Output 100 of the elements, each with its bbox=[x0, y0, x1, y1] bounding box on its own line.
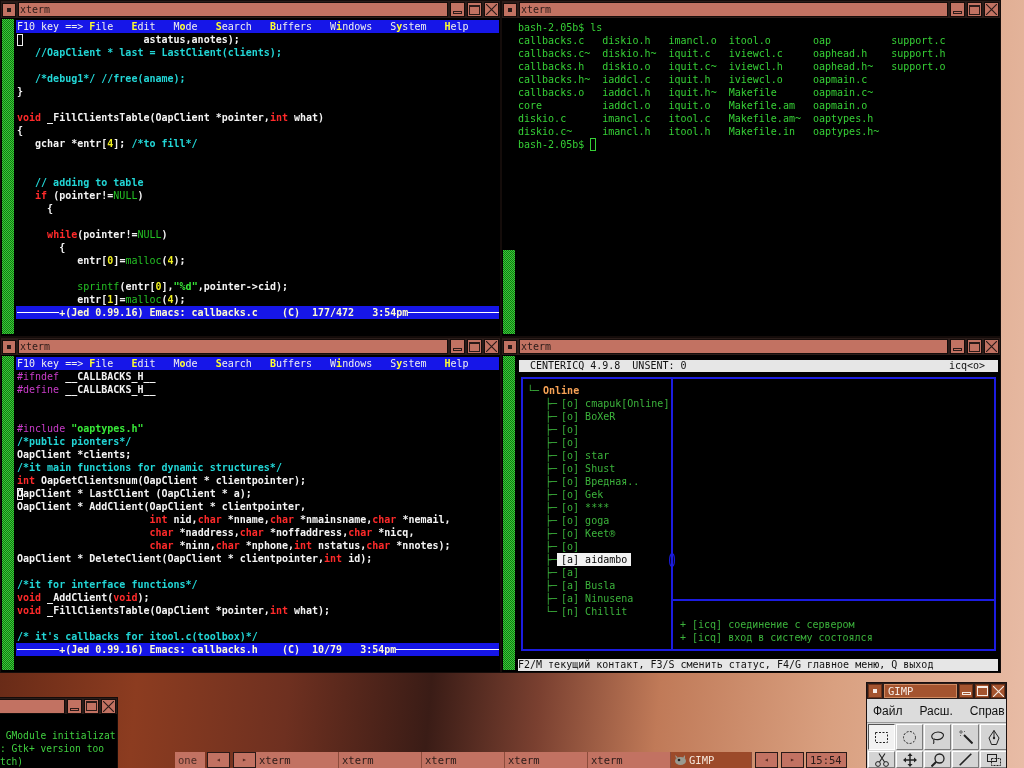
minimize-button[interactable] bbox=[450, 2, 465, 17]
menu-item[interactable]: Search bbox=[215, 357, 252, 370]
contact-item[interactable]: [a] aidambo bbox=[557, 553, 632, 566]
code-line: int OapGetClientsnum(OapClient * clientpointer); bbox=[17, 474, 306, 487]
minimize-button[interactable] bbox=[959, 684, 973, 698]
contact-item[interactable]: [o] BoXeR bbox=[561, 410, 616, 423]
code-line: OapClient *clients; bbox=[17, 448, 132, 461]
menu-item[interactable]: Edit bbox=[131, 357, 156, 370]
contact-item[interactable]: [o] bbox=[561, 436, 580, 449]
menu-prompt: F10 key ==> bbox=[17, 20, 84, 33]
contact-item[interactable]: [o] cmapuk[Online] bbox=[561, 397, 670, 410]
taskbar-button[interactable]: xterm bbox=[422, 752, 505, 768]
window-menu-button[interactable] bbox=[2, 2, 16, 17]
dashed-circle-icon bbox=[903, 730, 916, 744]
maximize-button[interactable] bbox=[967, 339, 982, 354]
tool-button[interactable] bbox=[868, 724, 895, 750]
close-button[interactable] bbox=[991, 684, 1005, 698]
tree-branch: ├─ bbox=[545, 553, 558, 566]
file-name: iviewcl.h bbox=[728, 60, 783, 73]
maximize-button[interactable] bbox=[467, 2, 482, 17]
file-name: oaptypes.h~ bbox=[813, 125, 880, 138]
scrollbar-thumb[interactable] bbox=[2, 19, 14, 334]
file-name: diskio.h bbox=[602, 34, 651, 47]
contact-item[interactable]: [o] bbox=[561, 423, 580, 436]
maximize-button[interactable] bbox=[467, 339, 482, 354]
window-menu-button[interactable] bbox=[503, 339, 517, 354]
tree-branch: ├─ bbox=[545, 527, 558, 540]
menu-item[interactable]: Buffers bbox=[269, 357, 313, 370]
contact-item[interactable]: [o] Gek bbox=[561, 488, 604, 501]
minimize-button[interactable] bbox=[450, 339, 465, 354]
menu-item[interactable]: Search bbox=[215, 20, 252, 33]
close-icon bbox=[486, 4, 497, 15]
taskbar-button[interactable]: xterm bbox=[256, 752, 339, 768]
window-menu-button[interactable] bbox=[503, 2, 517, 17]
maximize-button[interactable] bbox=[975, 684, 989, 698]
tree-branch: ├─ bbox=[545, 592, 558, 605]
contact-item[interactable]: [o] goga bbox=[561, 514, 610, 527]
menu-item[interactable]: Mode bbox=[173, 20, 198, 33]
scrollbar-thumb[interactable] bbox=[503, 356, 515, 670]
group-label[interactable]: Online bbox=[543, 384, 580, 397]
contact-item[interactable]: [a] Busla bbox=[561, 579, 616, 592]
minimize-button[interactable] bbox=[67, 698, 82, 714]
file-name: iquit.h~ bbox=[668, 86, 717, 99]
close-button[interactable] bbox=[484, 339, 499, 354]
code-line: //OapClient * last = LastClient(clients); bbox=[35, 46, 282, 59]
menu-item[interactable]: Edit bbox=[131, 20, 156, 33]
menu-item[interactable]: Help bbox=[444, 357, 469, 370]
file-name: callbacks.o bbox=[518, 86, 585, 99]
contact-item[interactable]: [o] Вредная.. bbox=[561, 475, 640, 488]
menu-item[interactable]: Файл bbox=[873, 703, 903, 718]
close-button[interactable] bbox=[984, 2, 999, 17]
contact-item[interactable]: [o] star bbox=[561, 449, 610, 462]
app-title: CENTERICQ 4.9.8 bbox=[530, 360, 621, 372]
taskbar-button[interactable]: xterm bbox=[588, 752, 671, 768]
file-name: core bbox=[518, 99, 543, 112]
maximize-button[interactable] bbox=[967, 2, 982, 17]
close-button[interactable] bbox=[101, 698, 116, 714]
contact-item[interactable]: [a] bbox=[561, 566, 580, 579]
contact-item[interactable]: [a] Ninusena bbox=[561, 592, 634, 605]
menu-item[interactable]: Расш. bbox=[919, 703, 953, 718]
tree-branch: └─ bbox=[527, 384, 540, 397]
file-name: iaddcl.o bbox=[602, 99, 651, 112]
contact-item[interactable]: [o] bbox=[561, 540, 580, 553]
key-hints: F2/M текущий контакт, F3/S сменить статус, F4/G главное меню, Q выход bbox=[518, 659, 998, 671]
file-name: diskio.c bbox=[518, 112, 567, 125]
code-line: void _AddClient(void); bbox=[17, 591, 150, 604]
contact-item[interactable]: [o] Shust bbox=[561, 462, 616, 475]
file-name: itool.o bbox=[728, 34, 771, 47]
pager-desk-button[interactable]: one bbox=[175, 752, 205, 768]
menu-item[interactable]: System bbox=[390, 357, 427, 370]
contact-item[interactable]: [o] Keet® bbox=[561, 527, 616, 540]
menu-item[interactable]: Справ bbox=[969, 703, 1005, 718]
code-line: OapClient * DeleteClient(OapClient * clientpointer,int id); bbox=[17, 552, 373, 565]
close-button[interactable] bbox=[984, 339, 999, 354]
code-line: /*debug1*/ //free(aname); bbox=[35, 72, 186, 85]
maximize-button[interactable] bbox=[84, 698, 99, 714]
menu-item[interactable]: System bbox=[390, 20, 427, 33]
menu-item[interactable]: Mode bbox=[173, 357, 198, 370]
scrollbar-thumb[interactable] bbox=[2, 356, 14, 670]
menu-item[interactable]: Buffers bbox=[269, 20, 313, 33]
taskbar-button[interactable]: xterm bbox=[505, 752, 588, 768]
code-line: #ifndef __CALLBACKS_H__ bbox=[17, 370, 156, 383]
code-line: if (pointer!=NULL) bbox=[35, 189, 144, 202]
file-name: itool.c bbox=[668, 112, 711, 125]
menu-item[interactable]: Windows bbox=[330, 20, 373, 33]
minimize-button[interactable] bbox=[950, 2, 965, 17]
menu-item[interactable]: File bbox=[89, 357, 114, 370]
contact-item[interactable]: [n] Chillit bbox=[561, 605, 628, 618]
close-button[interactable] bbox=[484, 2, 499, 17]
minimize-button[interactable] bbox=[950, 339, 965, 354]
scrollbar-thumb[interactable] bbox=[503, 250, 515, 334]
taskbar-button[interactable]: xterm bbox=[339, 752, 422, 768]
taskbar-button[interactable]: GIMP bbox=[671, 752, 752, 768]
file-name: iviewcl.o bbox=[728, 73, 783, 86]
menu-item[interactable]: File bbox=[89, 20, 114, 33]
window-menu-button[interactable] bbox=[2, 339, 16, 354]
contact-item[interactable]: [o] **** bbox=[561, 501, 610, 514]
menu-item[interactable]: Help bbox=[444, 20, 469, 33]
window-menu-button[interactable] bbox=[868, 684, 882, 698]
menu-item[interactable]: Windows bbox=[330, 357, 373, 370]
